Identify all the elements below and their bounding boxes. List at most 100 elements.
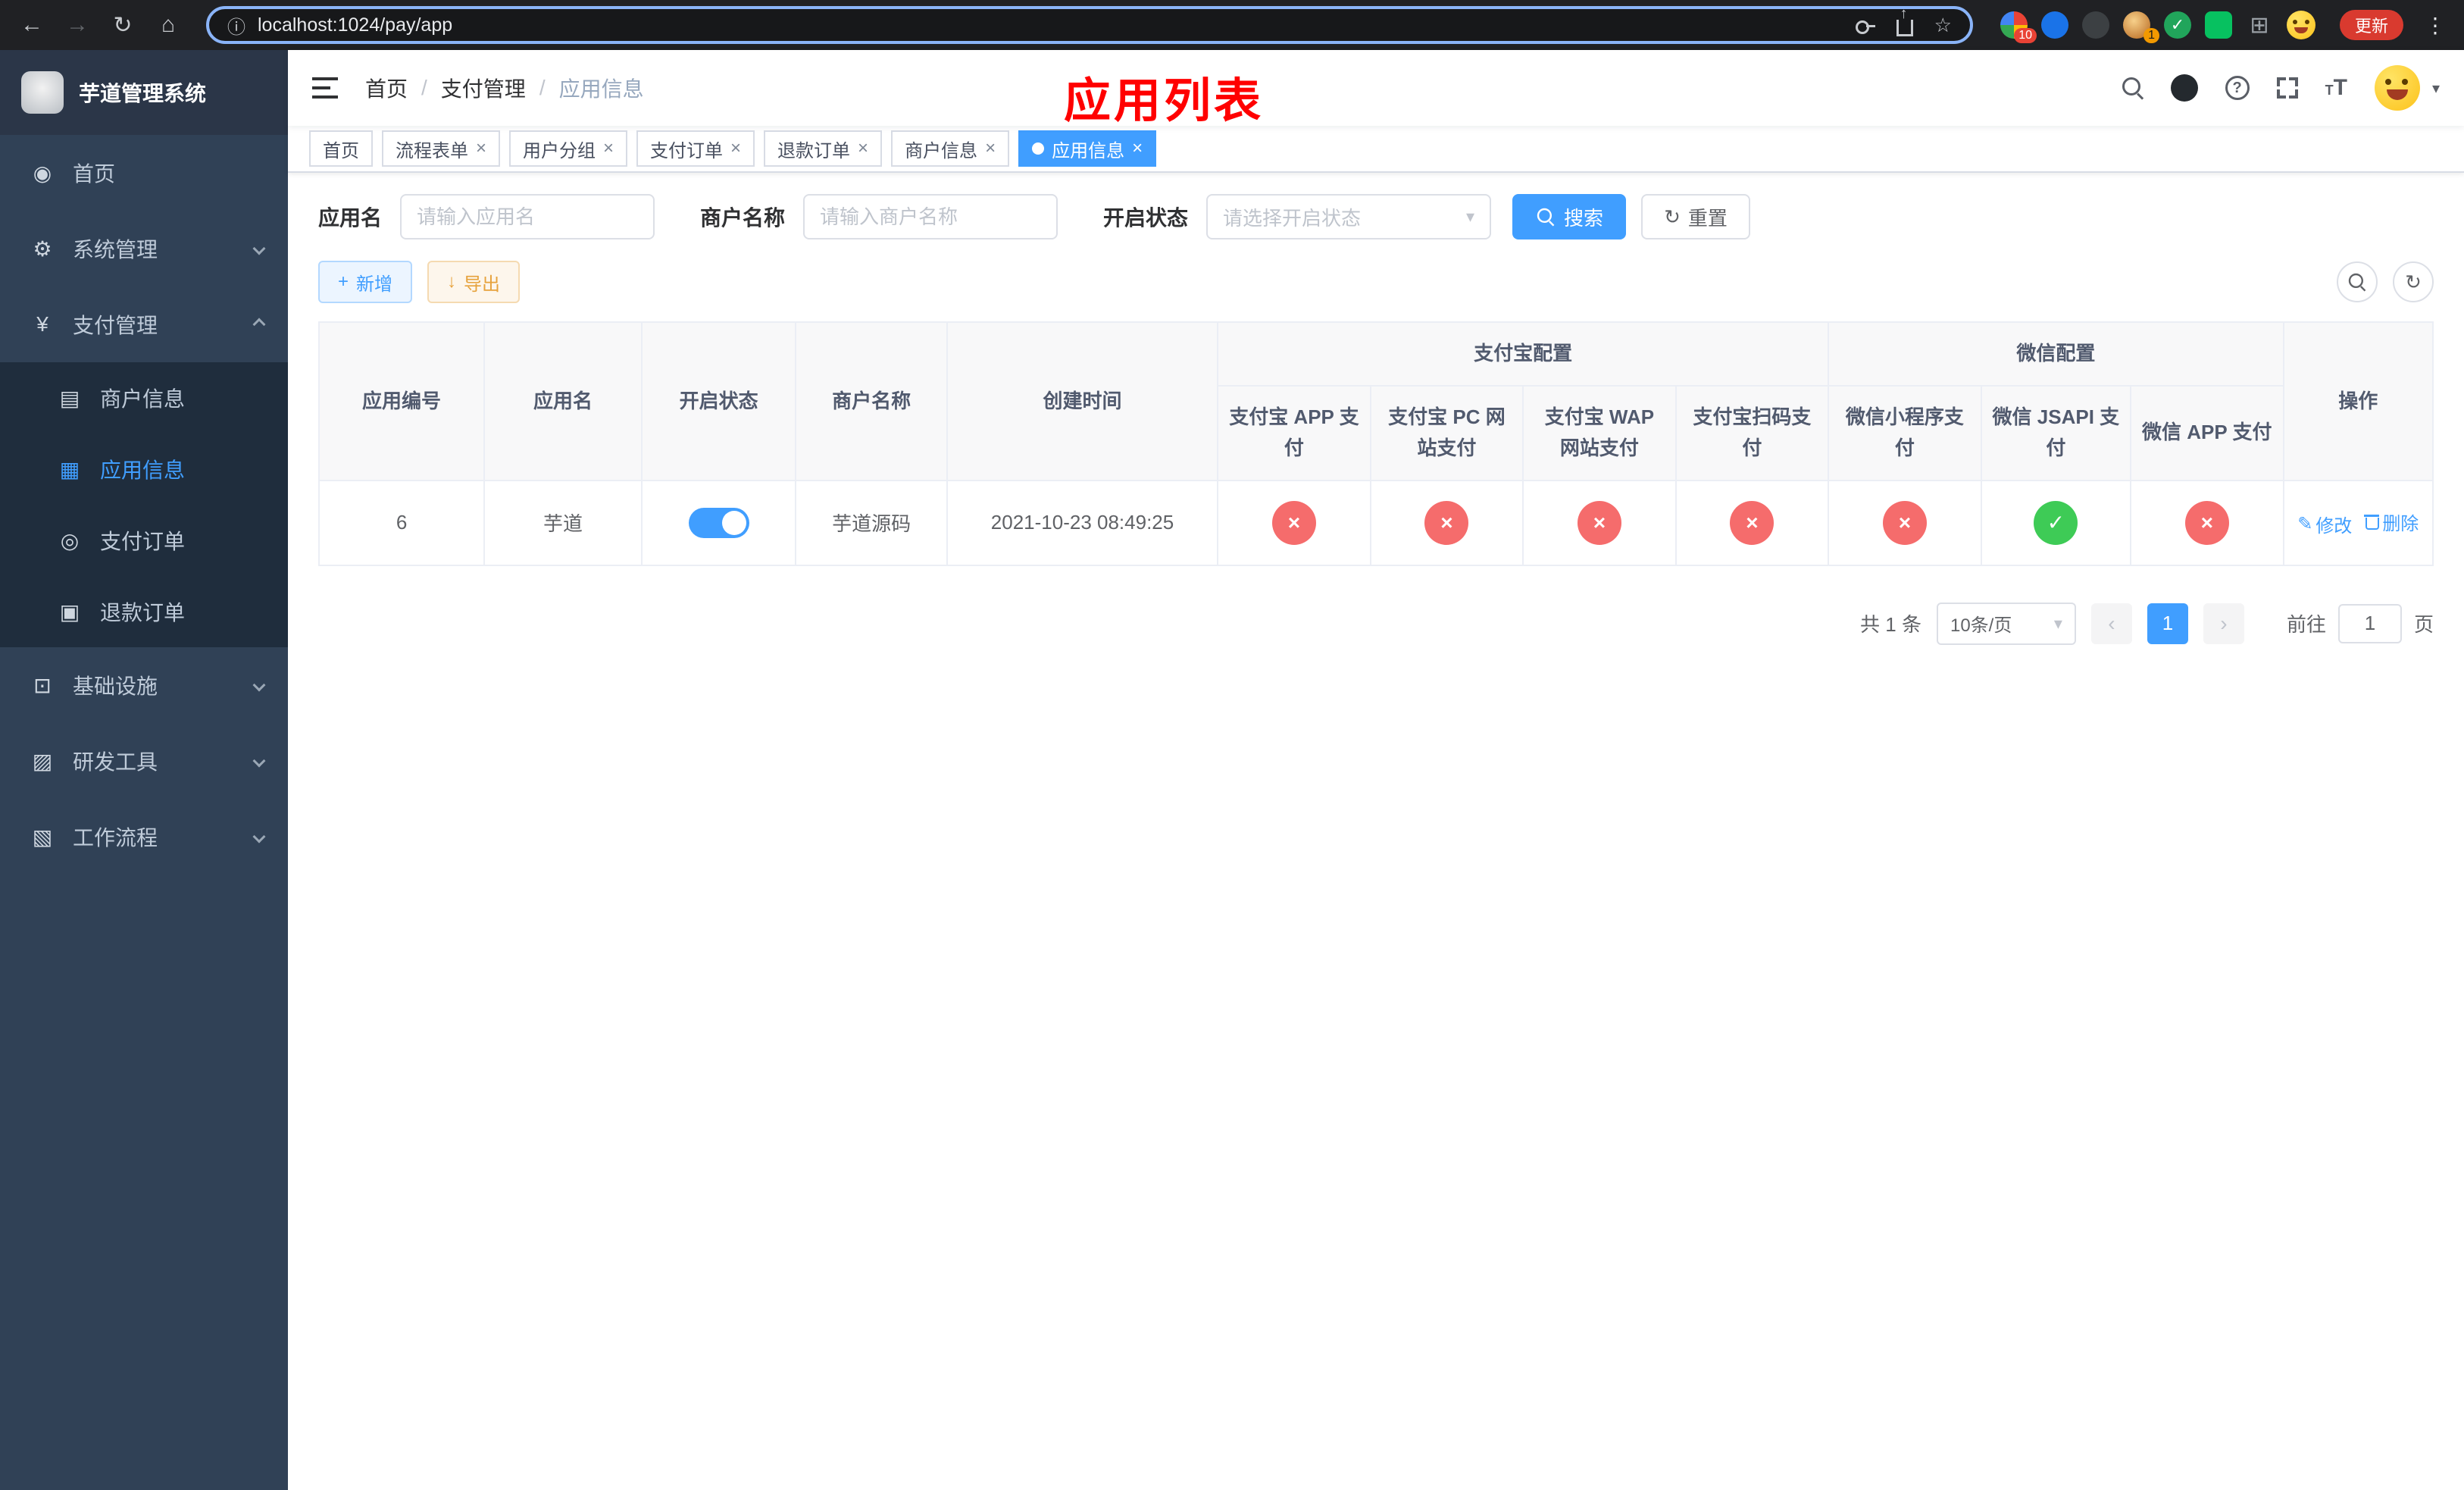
page-size-select[interactable]: 10条/页 ▾ [1936, 602, 2076, 645]
extensions-puzzle-icon[interactable]: ⊞ [2246, 11, 2273, 39]
extension-icon-6[interactable] [2204, 11, 2232, 39]
sidebar-item-system[interactable]: ⚙ 系统管理 [0, 211, 288, 286]
browser-refresh-button[interactable]: ↻ [103, 5, 142, 45]
extension-icon-1[interactable]: 10 [2000, 11, 2037, 43]
sidebar-item-refund-orders[interactable]: ▣ 退款订单 [0, 576, 288, 647]
col-group-wechat: 微信配置 [1828, 321, 2284, 387]
extension-icon-2[interactable] [2040, 11, 2068, 39]
status-select[interactable]: 请选择开启状态 ▾ [1206, 194, 1492, 239]
chevron-up-icon [252, 318, 266, 331]
breadcrumb-payment[interactable]: 支付管理 [441, 73, 526, 103]
cell-app-name: 芋道 [483, 479, 643, 566]
close-icon[interactable]: × [476, 138, 486, 159]
status-toggle[interactable] [688, 507, 749, 538]
page-content: 应用名 商户名称 开启状态 请选择开启状态 ▾ 搜索 ↻ 重置 [288, 173, 2464, 1490]
export-button[interactable]: ↓ 导出 [427, 261, 521, 303]
sidebar-item-home[interactable]: ◉ 首页 [0, 135, 288, 211]
url-text[interactable]: localhost:1024/pay/app [258, 14, 452, 36]
extension-badge: 1 [2143, 28, 2159, 43]
tab-merchant-info[interactable]: 商户信息 × [891, 130, 1010, 167]
tab-refund-orders[interactable]: 退款订单 × [764, 130, 883, 167]
share-icon[interactable] [1896, 6, 1913, 36]
tab-label: 流程表单 [396, 140, 468, 161]
toggle-search-button[interactable] [2337, 261, 2378, 302]
hamburger-icon[interactable] [312, 77, 338, 99]
app-name-input[interactable] [400, 194, 655, 239]
sidebar-item-label: 应用信息 [100, 459, 186, 482]
browser-forward-button[interactable]: → [58, 5, 97, 45]
col-ops: 操作 [2282, 321, 2434, 481]
font-size-icon[interactable]: TT [2325, 75, 2347, 101]
search-icon[interactable] [2122, 77, 2143, 99]
extension-icon-4[interactable]: 1 [2122, 11, 2159, 43]
toggle-knob [721, 510, 746, 535]
add-button[interactable]: + 新增 [318, 261, 413, 303]
github-icon[interactable] [2170, 74, 2198, 102]
url-bar[interactable]: ⓘ localhost:1024/pay/app ☆ [206, 6, 1973, 44]
browser-menu-icon[interactable]: ⋮ [2419, 13, 2452, 38]
sidebar-item-label: 支付管理 [73, 314, 158, 337]
site-info-icon[interactable]: ⓘ [227, 12, 245, 39]
sidebar-item-dev-tools[interactable]: ▨ 研发工具 [0, 723, 288, 799]
tab-process-form[interactable]: 流程表单 × [382, 130, 501, 167]
tab-app-info[interactable]: 应用信息 × [1018, 130, 1157, 167]
close-icon[interactable]: × [858, 138, 868, 159]
extension-icon-5[interactable]: ✓ [2163, 11, 2191, 39]
font-size-big: T [2333, 75, 2347, 100]
breadcrumb-home[interactable]: 首页 [365, 73, 408, 103]
sidebar-logo[interactable]: 芋道管理系统 [0, 50, 288, 135]
help-icon[interactable]: ? [2225, 76, 2250, 100]
sidebar-item-label: 研发工具 [73, 750, 158, 774]
edit-link[interactable]: ✎ 修改 [2297, 511, 2352, 537]
pagination: 共 1 条 10条/页 ▾ ‹ 1 › 前往 页 [318, 602, 2434, 645]
tab-pay-orders[interactable]: 支付订单 × [636, 130, 755, 167]
chevron-down-icon [252, 242, 266, 255]
user-avatar[interactable] [2374, 65, 2420, 111]
app-title: 芋道管理系统 [79, 82, 207, 105]
refresh-table-button[interactable]: ↻ [2393, 261, 2434, 302]
chevron-down-icon [252, 830, 266, 844]
reset-button[interactable]: ↻ 重置 [1641, 194, 1750, 239]
col-alipay-app: 支付宝 APP 支付 [1217, 384, 1371, 481]
col-alipay-qr: 支付宝扫码支付 [1674, 384, 1830, 481]
goto-unit-label: 页 [2413, 613, 2434, 637]
sidebar-item-payment[interactable]: ¥ 支付管理 [0, 286, 288, 362]
sidebar-item-workflow[interactable]: ▧ 工作流程 [0, 799, 288, 875]
sidebar-item-app-info[interactable]: ▦ 应用信息 [0, 434, 288, 505]
fullscreen-icon[interactable] [2276, 77, 2298, 99]
merchant-name-input[interactable] [803, 194, 1058, 239]
prev-page-button[interactable]: ‹ [2090, 603, 2132, 644]
browser-update-button[interactable]: 更新 [2339, 10, 2403, 40]
sidebar-item-label: 工作流程 [73, 826, 158, 850]
sidebar-item-label: 支付订单 [100, 530, 186, 553]
profile-avatar[interactable] [2286, 11, 2315, 39]
chevron-down-icon: ▾ [2053, 613, 2062, 633]
avatar-caret-icon[interactable]: ▾ [2432, 79, 2440, 98]
merchant-name-label: 商户名称 [700, 206, 786, 230]
table-row: 6 芋道 芋道源码 2021-10-23 08:49:25 × × × × × … [317, 479, 2434, 566]
search-button[interactable]: 搜索 [1512, 194, 1627, 239]
close-icon[interactable]: × [985, 138, 996, 159]
close-icon[interactable]: × [1132, 138, 1143, 159]
tab-user-group[interactable]: 用户分组 × [509, 130, 628, 167]
password-key-icon[interactable] [1854, 14, 1875, 36]
yen-icon: ¥ [36, 312, 48, 336]
breadcrumb-separator: / [421, 76, 427, 99]
extension-icon-3[interactable] [2081, 11, 2109, 39]
close-icon[interactable]: × [603, 138, 614, 159]
page-1-button[interactable]: 1 [2147, 603, 2188, 644]
logo-avatar [21, 71, 64, 114]
sidebar-item-merchant-info[interactable]: ▤ 商户信息 [0, 362, 288, 434]
next-page-button[interactable]: › [2203, 603, 2244, 644]
sidebar-item-infrastructure[interactable]: ⊡ 基础设施 [0, 647, 288, 723]
browser-back-button[interactable]: ← [12, 5, 52, 45]
browser-home-button[interactable]: ⌂ [149, 5, 188, 45]
tab-home[interactable]: 首页 [309, 130, 373, 167]
close-icon[interactable]: × [730, 138, 741, 159]
bookmark-star-icon[interactable]: ☆ [1934, 14, 1952, 37]
trash-icon [2364, 513, 2380, 531]
sidebar-item-pay-orders[interactable]: ◎ 支付订单 [0, 505, 288, 576]
col-app-name: 应用名 [483, 321, 643, 481]
goto-page-input[interactable] [2337, 603, 2402, 643]
delete-link[interactable]: 删除 [2364, 509, 2419, 535]
